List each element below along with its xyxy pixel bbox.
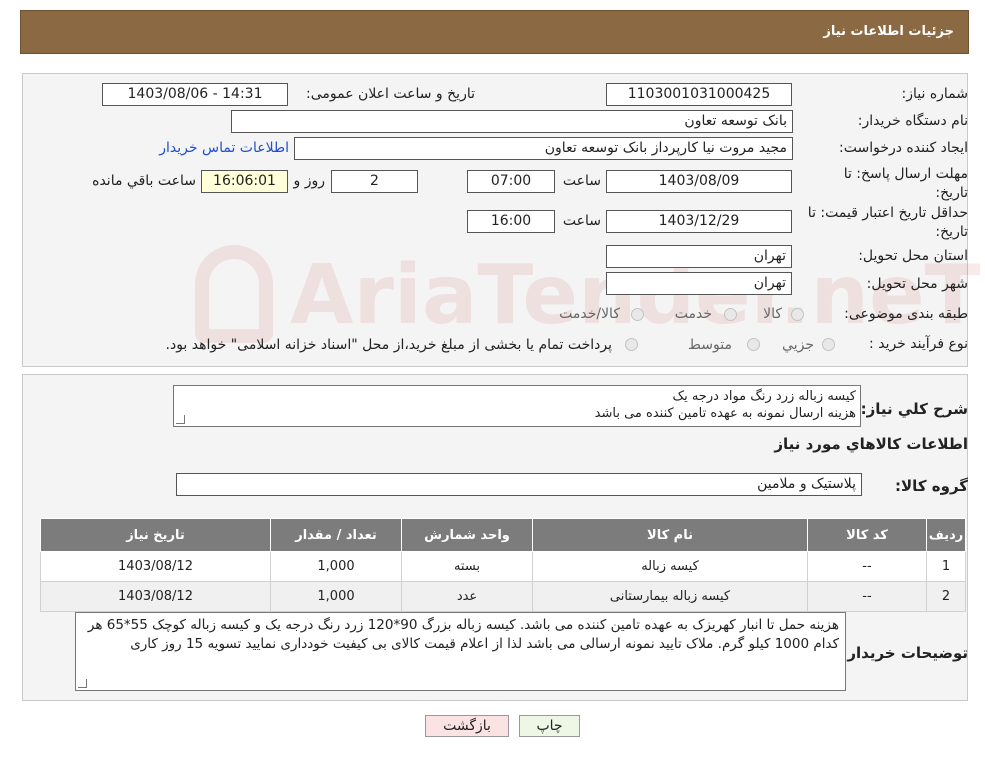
category-goods-service-radio[interactable] [631,308,644,321]
cell-code: -- [807,551,927,582]
process-note: پرداخت تمام یا بخشی از مبلغ خرید،از محل … [165,337,612,353]
cell-row: 1 [926,551,966,582]
col-date: تاريخ نياز [40,518,271,552]
cell-unit: بسته [401,551,533,582]
process-medium-radio[interactable] [747,338,760,351]
validity-label: حداقل تاریخ اعتبار قیمت: تا تاریخ: [807,205,968,240]
buyer-notes-label: توضیحات خریدار: [841,644,968,662]
category-goods-label: کالا [763,306,782,322]
items-table-wrapper: رديف کد کالا نام کالا واحد شمارش تعداد /… [40,518,966,612]
col-unit: واحد شمارش [401,518,533,552]
page-title: جزئیات اطلاعات نیاز [823,24,954,39]
deadline-date-field: 1403/08/09 [606,170,792,193]
col-code: کد کالا [807,518,927,552]
need-number-label: شماره نیاز: [901,86,969,102]
category-goods-radio[interactable] [791,308,804,321]
resize-handle-icon[interactable] [78,679,87,688]
summary-label: شرح کلي نياز: [860,400,968,418]
cell-code: -- [807,581,927,612]
process-small-radio[interactable] [822,338,835,351]
goods-info-title: اطلاعات کالاهاي مورد نياز [774,435,968,453]
process-label: نوع فرآیند خرید : [869,336,968,352]
col-name: نام کالا [532,518,808,552]
creator-label: ایجاد کننده درخواست: [839,140,968,156]
cell-row: 2 [926,581,966,612]
remaining-label: ساعت باقي مانده [92,173,196,189]
cell-unit: عدد [401,581,533,612]
buyer-contact-link[interactable]: اطلاعات تماس خریدار [159,140,289,156]
resize-handle-icon[interactable] [176,415,185,424]
buyer-notes-text: هزینه حمل تا انبار کهریزک به عهده تامین … [87,617,839,652]
validity-date-field: 1403/12/29 [606,210,792,233]
category-label: طبقه بندی موضوعی: [844,306,968,322]
announce-field: 1403/08/06 - 14:31 [102,83,288,106]
deadline-time-field: 07:00 [467,170,555,193]
group-label: گروه کالا: [895,477,968,495]
buyer-field: بانک توسعه تعاون [231,110,793,133]
group-field: پلاستیک و ملامین [176,473,862,496]
cell-qty: 1,000 [270,551,402,582]
print-button[interactable]: چاپ [519,715,580,737]
process-medium-label: متوسط [688,337,732,353]
summary-line-2: هزینه ارسال نمونه به عهده تامین کننده می… [594,406,856,421]
col-qty: تعداد / مقدار [270,518,402,552]
deadline-label: مهلت ارسال پاسخ: تا تاریخ: [843,166,968,201]
summary-textarea[interactable]: کیسه زباله زرد رنگ مواد درجه یک هزینه ار… [173,385,861,427]
table-header-row: رديف کد کالا نام کالا واحد شمارش تعداد /… [40,518,966,552]
province-field: تهران [606,245,792,268]
process-treasury-checkbox[interactable] [625,338,638,351]
validity-time-field: 16:00 [467,210,555,233]
category-service-radio[interactable] [724,308,737,321]
watermark-logo-icon [195,245,273,343]
process-small-label: جزيي [782,337,814,353]
cell-name: کیسه زباله بیمارستانی [532,581,808,612]
cell-qty: 1,000 [270,581,402,612]
days-field: 2 [331,170,418,193]
province-label: استان محل تحویل: [858,248,968,264]
validity-time-label: ساعت [562,213,601,229]
creator-field: مجید مروت نیا کارپرداز بانک توسعه تعاون [294,137,793,160]
page-header: جزئیات اطلاعات نیاز [20,10,969,54]
announce-label: تاریخ و ساعت اعلان عمومی: [306,86,475,102]
days-label: روز و [293,173,326,189]
remaining-time-field: 16:06:01 [201,170,288,193]
need-number-field: 1103001031000425 [606,83,792,106]
col-row: رديف [926,518,966,552]
summary-line-1: کیسه زباله زرد رنگ مواد درجه یک [672,389,856,404]
category-goods-service-label: کالا/خدمت [559,306,620,322]
back-button[interactable]: بازگشت [425,715,509,737]
buyer-notes-textarea[interactable]: هزینه حمل تا انبار کهریزک به عهده تامین … [75,612,846,691]
deadline-time-label: ساعت [562,173,601,189]
items-table: رديف کد کالا نام کالا واحد شمارش تعداد /… [40,518,966,612]
cell-name: کیسه زباله [532,551,808,582]
category-service-label: خدمت [674,306,712,322]
city-label: شهر محل تحویل: [866,276,968,292]
cell-date: 1403/08/12 [40,581,271,612]
city-field: تهران [606,272,792,295]
cell-date: 1403/08/12 [40,551,271,582]
table-row: 2 -- کیسه زباله بیمارستانی عدد 1,000 140… [40,581,966,612]
buyer-label: نام دستگاه خریدار: [857,113,968,129]
table-row: 1 -- کیسه زباله بسته 1,000 1403/08/12 [40,551,966,582]
